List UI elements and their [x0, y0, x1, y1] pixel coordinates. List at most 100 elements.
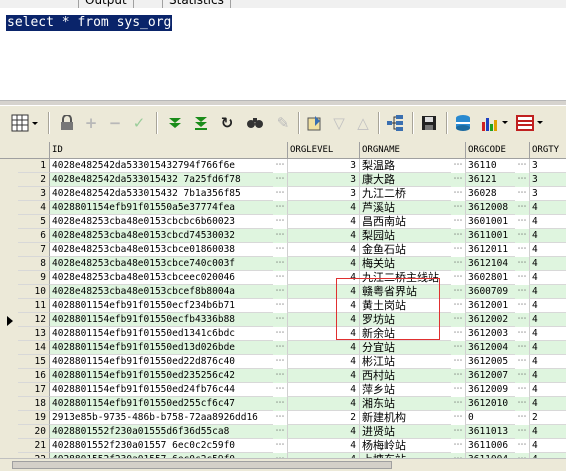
column-header-id[interactable]: ID: [50, 142, 288, 158]
cell-id[interactable]: 4028801552f230a01555d6f36d55ca8: [50, 425, 288, 439]
cell-ellipsis-button[interactable]: ⋯: [273, 355, 287, 369]
row-indicator[interactable]: [0, 383, 18, 398]
cell-ellipsis-button[interactable]: ⋯: [273, 271, 287, 285]
row-number[interactable]: 18: [18, 397, 50, 411]
results-grid[interactable]: ID ORGLEVEL ORGNAME ORGCODE ORGTY 1 4028e…: [0, 142, 566, 470]
first-icon[interactable]: [164, 112, 186, 134]
row-number[interactable]: 11: [18, 299, 50, 313]
row-number[interactable]: 7: [18, 243, 50, 257]
row-indicator[interactable]: [0, 425, 18, 440]
cell-ellipsis-button[interactable]: ⋯: [515, 257, 529, 271]
cell-ellipsis-button[interactable]: ⋯: [273, 411, 287, 425]
find-icon[interactable]: [244, 112, 266, 134]
tree-icon[interactable]: [384, 112, 406, 134]
cell-ellipsis-button[interactable]: ⋯: [273, 425, 287, 439]
cell-ellipsis-button[interactable]: ⋯: [273, 439, 287, 453]
cell-ellipsis-button[interactable]: ⋯: [515, 369, 529, 383]
cell-ellipsis-button[interactable]: ⋯: [451, 257, 465, 271]
cell-ellipsis-button[interactable]: ⋯: [273, 327, 287, 341]
cell-level[interactable]: 4: [288, 201, 360, 215]
cell-type[interactable]: 4: [530, 243, 566, 257]
row-indicator[interactable]: [0, 173, 18, 188]
cell-ellipsis-button[interactable]: ⋯: [451, 383, 465, 397]
cell-ellipsis-button[interactable]: ⋯: [451, 299, 465, 313]
query-by-example-icon[interactable]: [304, 112, 326, 134]
cell-id[interactable]: 4028e48253cba48e0153cbcd74530032: [50, 229, 288, 243]
row-number[interactable]: 13: [18, 327, 50, 341]
row-number[interactable]: 15: [18, 355, 50, 369]
cell-ellipsis-button[interactable]: ⋯: [451, 201, 465, 215]
cell-id[interactable]: 4028801154efb91f01550a5e37774fea: [50, 201, 288, 215]
cell-type[interactable]: 4: [530, 229, 566, 243]
add-icon[interactable]: +: [80, 112, 102, 134]
cell-id[interactable]: 4028801154efb91f01550ed22d876c40: [50, 355, 288, 369]
cell-level[interactable]: 4: [288, 299, 360, 313]
post-icon[interactable]: ✓: [128, 112, 150, 134]
cell-ellipsis-button[interactable]: ⋯: [515, 271, 529, 285]
row-number[interactable]: 5: [18, 215, 50, 229]
cell-ellipsis-button[interactable]: ⋯: [451, 159, 465, 173]
cell-level[interactable]: 4: [288, 313, 360, 327]
export-icon[interactable]: [452, 112, 474, 134]
table-row[interactable]: 10 4028e48253cba48e0153cbcef8b8004a ⋯ 4 赣粤省界…: [0, 285, 566, 300]
cell-ellipsis-button[interactable]: ⋯: [273, 187, 287, 201]
cell-id[interactable]: 4028e48253cba48e0153cbce01860038: [50, 243, 288, 257]
clear-icon[interactable]: ✎: [272, 112, 294, 134]
save-icon[interactable]: [418, 112, 440, 134]
table-row[interactable]: 6 4028e48253cba48e0153cbcd74530032 ⋯ 4 梨园站 ⋯ 3…: [0, 229, 566, 244]
row-indicator[interactable]: [0, 369, 18, 384]
cell-id[interactable]: 4028e482542da533015432794f766f6e: [50, 159, 288, 173]
row-number[interactable]: 4: [18, 201, 50, 215]
cell-ellipsis-button[interactable]: ⋯: [451, 229, 465, 243]
cell-ellipsis-button[interactable]: ⋯: [451, 313, 465, 327]
row-indicator[interactable]: [0, 397, 18, 412]
cell-level[interactable]: 3: [288, 187, 360, 201]
cell-id[interactable]: 4028801154efb91f01550ed24fb76c44: [50, 383, 288, 397]
table-row[interactable]: 17 4028801154efb91f01550ed24fb76c44 ⋯ 4 萍乡站 ⋯…: [0, 383, 566, 398]
cell-type[interactable]: 3: [530, 173, 566, 187]
table-row[interactable]: 14 4028801154efb91f01550ed13d026bde ⋯ 4 分宜站 ⋯…: [0, 341, 566, 356]
table-row[interactable]: 4 4028801154efb91f01550a5e37774fea ⋯ 4 芦溪站 ⋯ 3…: [0, 201, 566, 216]
cell-id[interactable]: 4028801154efb91f01550ecfb4336b88: [50, 313, 288, 327]
row-indicator[interactable]: [0, 439, 18, 454]
table-row[interactable]: 15 4028801154efb91f01550ed22d876c40 ⋯ 4 彬江站 ⋯…: [0, 355, 566, 370]
cell-id[interactable]: 4028801154efb91f01550ed235256c42: [50, 369, 288, 383]
row-number[interactable]: 2: [18, 173, 50, 187]
cell-ellipsis-button[interactable]: ⋯: [451, 411, 465, 425]
row-indicator[interactable]: [0, 215, 18, 230]
refresh-icon[interactable]: ↻: [216, 112, 238, 134]
cell-level[interactable]: 4: [288, 369, 360, 383]
cell-ellipsis-button[interactable]: ⋯: [515, 285, 529, 299]
grid-menu-icon[interactable]: [10, 112, 40, 134]
cell-level[interactable]: 4: [288, 327, 360, 341]
cell-type[interactable]: 4: [530, 439, 566, 453]
cell-ellipsis-button[interactable]: ⋯: [451, 355, 465, 369]
cell-ellipsis-button[interactable]: ⋯: [273, 341, 287, 355]
cell-ellipsis-button[interactable]: ⋯: [273, 201, 287, 215]
filter-up-icon[interactable]: △: [352, 112, 374, 134]
table-row[interactable]: 18 4028801154efb91f01550ed255cf6c47 ⋯ 4 湘东站 ⋯…: [0, 397, 566, 412]
cell-type[interactable]: 4: [530, 313, 566, 327]
row-number[interactable]: 9: [18, 271, 50, 285]
cell-ellipsis-button[interactable]: ⋯: [515, 299, 529, 313]
cell-id[interactable]: 4028e482542da533015432 7a25fd6f78: [50, 173, 288, 187]
cell-ellipsis-button[interactable]: ⋯: [273, 229, 287, 243]
tab-statistics[interactable]: Statistics: [162, 0, 231, 8]
chart-icon[interactable]: [480, 112, 510, 134]
table-row[interactable]: 5 4028e48253cba48e0153cbcbc6b60023 ⋯ 4 昌西南站 ⋯…: [0, 215, 566, 230]
cell-level[interactable]: 3: [288, 159, 360, 173]
cell-id[interactable]: 4028e48253cba48e0153cbcef8b8004a: [50, 285, 288, 299]
cell-type[interactable]: 4: [530, 383, 566, 397]
cell-ellipsis-button[interactable]: ⋯: [451, 285, 465, 299]
table-row[interactable]: 3 4028e482542da533015432 7b1a356f85 ⋯ 3 九江二桥…: [0, 187, 566, 202]
table-row[interactable]: 1 4028e482542da533015432794f766f6e ⋯ 3 梨温路 ⋯ 3…: [0, 159, 566, 174]
scrollbar-thumb[interactable]: [12, 461, 392, 469]
row-indicator[interactable]: [0, 187, 18, 202]
table-row[interactable]: 19 2913e85b-9735-486b-b758-72aa8926dd16 ⋯ 2…: [0, 411, 566, 426]
cell-type[interactable]: 4: [530, 425, 566, 439]
cell-ellipsis-button[interactable]: ⋯: [515, 397, 529, 411]
column-header-orglevel[interactable]: ORGLEVEL: [288, 142, 360, 158]
column-header-orgname[interactable]: ORGNAME: [360, 142, 466, 158]
filter-down-icon[interactable]: ▽: [328, 112, 350, 134]
cell-level[interactable]: 2: [288, 411, 360, 425]
